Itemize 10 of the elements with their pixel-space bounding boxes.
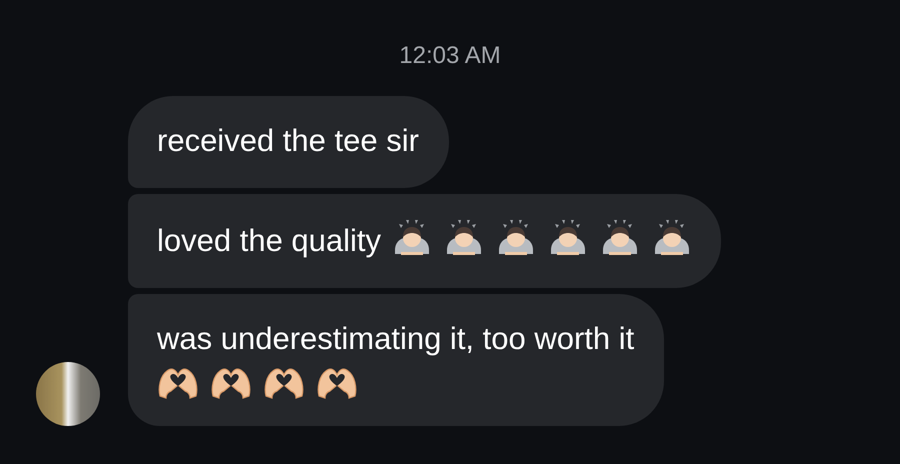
bowing-person-icon bbox=[497, 218, 536, 256]
timestamp: 12:03 AM bbox=[399, 42, 501, 70]
bowing-person-icon bbox=[445, 218, 484, 256]
message-text: loved the quality bbox=[157, 223, 382, 258]
bowing-person-icon bbox=[653, 218, 692, 256]
message-text: was underestimating it, too worth it bbox=[157, 321, 634, 356]
bowing-person-icon bbox=[393, 218, 432, 256]
message-text: received the tee sir bbox=[157, 123, 419, 158]
bowing-person-icon bbox=[549, 218, 588, 256]
bowing-person-icon bbox=[601, 218, 640, 256]
